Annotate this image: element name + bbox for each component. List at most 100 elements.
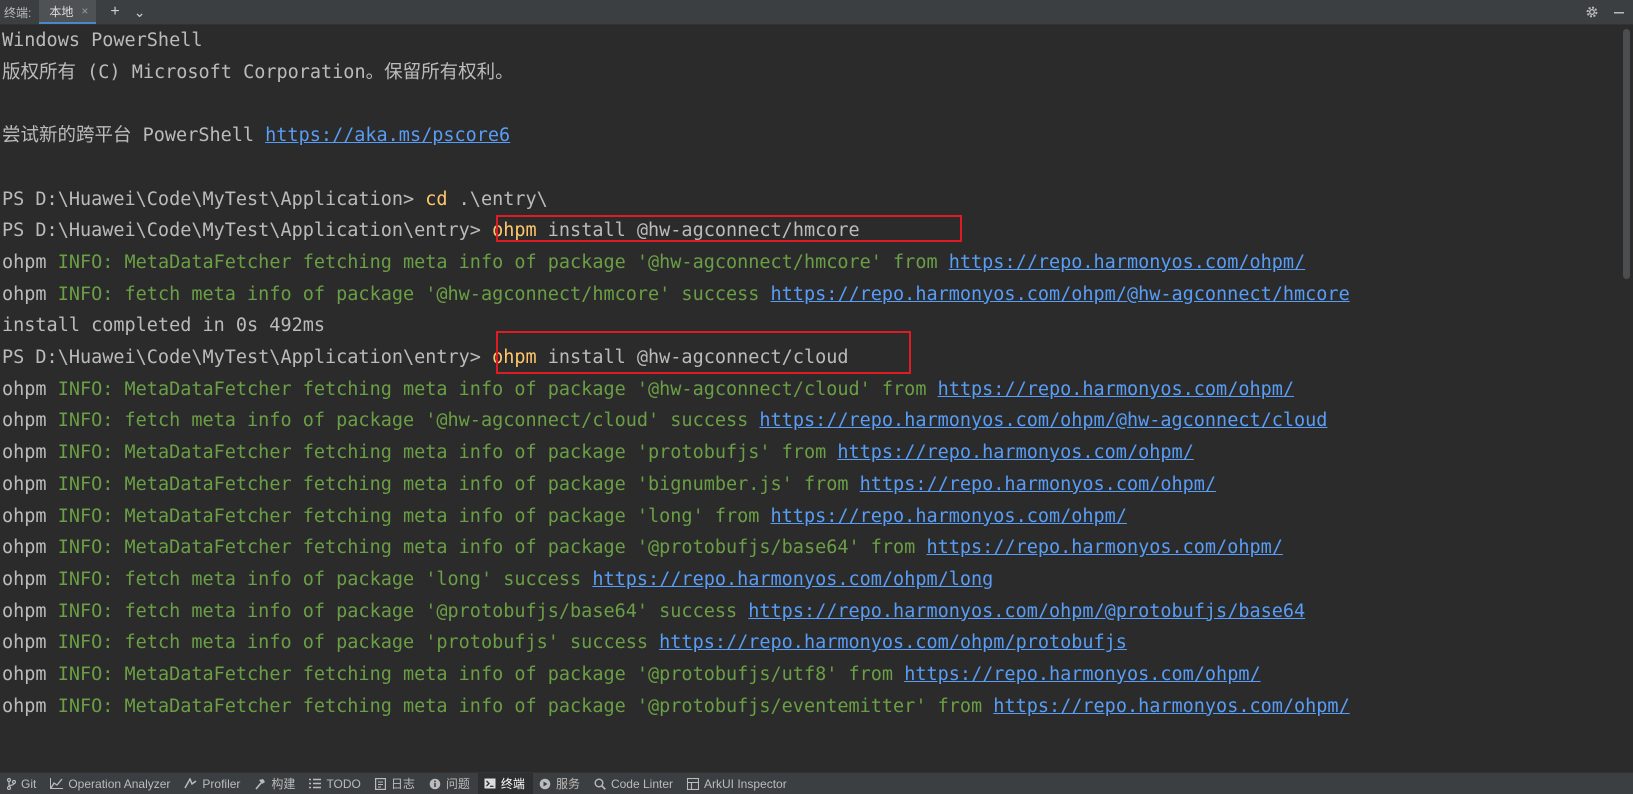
terminal-link[interactable]: https://repo.harmonyos.com/ohpm/@hw-agco… <box>759 410 1327 431</box>
terminal-line: 尝试新的跨平台 PowerShell https://aka.ms/pscore… <box>2 119 510 152</box>
highlight-box-cloud <box>496 331 911 374</box>
tool-window-label: Profiler <box>202 776 241 791</box>
tool-window-operation-analyzer[interactable]: Operation Analyzer <box>44 773 178 794</box>
terminal-text: ohpm <box>2 410 58 432</box>
terminal-line: ohpm INFO: fetch meta info of package 'p… <box>2 626 1127 659</box>
info-message: INFO: MetaDataFetcher fetching meta info… <box>57 251 949 273</box>
gear-icon[interactable] <box>1585 5 1599 19</box>
tool-window-profiler[interactable]: Profiler <box>178 773 248 794</box>
info-message: INFO: fetch meta info of package 'protob… <box>57 632 660 654</box>
terminal-line: ohpm INFO: fetch meta info of package 'l… <box>2 563 993 596</box>
terminal-line: ohpm INFO: MetaDataFetcher fetching meta… <box>2 531 1283 564</box>
tool-window-终端[interactable]: 终端 <box>477 773 533 794</box>
terminal-text: ohpm <box>2 695 58 717</box>
scrollbar-thumb[interactable] <box>1623 29 1630 279</box>
add-tab-icon[interactable]: + <box>110 0 119 24</box>
info-message: INFO: MetaDataFetcher fetching meta info… <box>57 695 994 717</box>
terminal-text: ohpm <box>2 473 58 495</box>
terminal-link[interactable]: https://repo.harmonyos.com/ohpm/ <box>860 474 1216 495</box>
terminal-link[interactable]: https://repo.harmonyos.com/ohpm/ <box>949 252 1305 273</box>
highlight-box-hmcore <box>496 215 962 242</box>
terminal-text: ohpm <box>2 283 58 305</box>
git-branch-icon <box>6 777 16 790</box>
terminal-text: 版权所有 (C) Microsoft Corporation。保留所有权利。 <box>2 61 514 83</box>
tool-window-label: Operation Analyzer <box>68 776 171 791</box>
tool-window-label: TODO <box>326 776 361 791</box>
tool-window-label: Code Linter <box>610 776 673 791</box>
terminal-text: Windows PowerShell <box>2 30 203 51</box>
tool-window-todo[interactable]: TODO <box>303 773 368 794</box>
tool-window-label: Git <box>21 776 37 791</box>
terminal-link[interactable]: https://repo.harmonyos.com/ohpm/ <box>993 696 1349 717</box>
terminal-text: install completed in 0s 492ms <box>2 315 326 337</box>
terminal-text: PS D:\Huawei\Code\MyTest\Application> <box>2 188 426 210</box>
terminal-text: ohpm <box>2 505 58 527</box>
terminal-line: ohpm INFO: MetaDataFetcher fetching meta… <box>2 658 1261 691</box>
info-message: INFO: MetaDataFetcher fetching meta info… <box>57 473 860 495</box>
info-icon <box>429 778 441 790</box>
terminal-text: PS D:\Huawei\Code\MyTest\Application\ent… <box>2 347 493 368</box>
terminal-link[interactable]: https://repo.harmonyos.com/ohpm/@protobu… <box>748 601 1305 622</box>
terminal-line: ohpm INFO: MetaDataFetcher fetching meta… <box>2 373 1294 406</box>
tool-window-git[interactable]: Git <box>0 773 44 794</box>
hammer-icon <box>254 778 266 790</box>
info-message: INFO: MetaDataFetcher fetching meta info… <box>57 442 838 464</box>
search-icon <box>594 778 606 790</box>
terminal-line: 版权所有 (C) Microsoft Corporation。保留所有权利。 <box>2 56 514 89</box>
terminal-line: PS D:\Huawei\Code\MyTest\Application> cd… <box>2 183 548 216</box>
tool-window-问题[interactable]: 问题 <box>423 773 478 794</box>
terminal-tab-bar: 终端: 本地 × + ⌄ <box>0 0 1633 25</box>
info-message: INFO: MetaDataFetcher fetching meta info… <box>57 505 771 527</box>
terminal-link[interactable]: https://repo.harmonyos.com/ohpm/protobuf… <box>659 632 1127 653</box>
minimize-icon[interactable] <box>1613 6 1625 18</box>
terminal-label: 终端: <box>4 5 32 20</box>
tool-window-构建[interactable]: 构建 <box>248 773 303 794</box>
terminal-line: ohpm INFO: fetch meta info of package '@… <box>2 595 1305 628</box>
tool-window-label: 终端 <box>500 777 525 791</box>
terminal-link[interactable]: https://repo.harmonyos.com/ohpm/ <box>771 506 1127 527</box>
chart-icon <box>50 778 64 789</box>
terminal-text: 尝试新的跨平台 PowerShell <box>2 125 266 147</box>
terminal-link[interactable]: https://aka.ms/pscore6 <box>265 125 510 146</box>
terminal-link[interactable]: https://repo.harmonyos.com/ohpm/ <box>837 442 1193 463</box>
tab-bar-actions <box>1585 0 1625 24</box>
terminal-text: ohpm <box>2 251 58 273</box>
chevron-down-icon[interactable]: ⌄ <box>134 0 146 24</box>
terminal-line: ohpm INFO: MetaDataFetcher fetching meta… <box>2 500 1127 533</box>
terminal-line: ohpm INFO: fetch meta info of package '@… <box>2 278 1350 311</box>
terminal-scrollbar[interactable] <box>1621 25 1633 773</box>
tool-window-arkui-inspector[interactable]: ArkUI Inspector <box>681 773 795 794</box>
terminal-link[interactable]: https://repo.harmonyos.com/ohpm/@hw-agco… <box>771 284 1350 305</box>
terminal-line: install completed in 0s 492ms <box>2 309 325 342</box>
info-message: INFO: MetaDataFetcher fetching meta info… <box>57 537 927 559</box>
terminal-link[interactable]: https://repo.harmonyos.com/ohpm/long <box>592 569 993 590</box>
info-message: INFO: fetch meta info of package '@hw-ag… <box>57 410 760 432</box>
profiler-icon <box>184 778 197 789</box>
terminal-text: .\entry\ <box>447 188 548 210</box>
terminal-text: ohpm <box>2 600 58 622</box>
info-message: INFO: fetch meta info of package 'long' … <box>57 568 593 590</box>
terminal-text: ohpm <box>2 442 58 464</box>
tool-window-label: 日志 <box>390 777 415 791</box>
info-message: INFO: fetch meta info of package '@hw-ag… <box>57 283 771 305</box>
tool-window-日志[interactable]: 日志 <box>369 773 423 794</box>
tool-window-code-linter[interactable]: Code Linter <box>588 773 681 794</box>
tool-window-服务[interactable]: 服务 <box>533 773 588 794</box>
terminal-text: ohpm <box>2 378 58 400</box>
tool-window-label: ArkUI Inspector <box>704 776 787 791</box>
terminal-link[interactable]: https://repo.harmonyos.com/ohpm/ <box>926 537 1282 558</box>
terminal-output[interactable]: Windows PowerShell 版权所有 (C) Microsoft Cor… <box>0 25 1620 773</box>
log-icon <box>374 777 386 790</box>
list-icon <box>309 778 322 789</box>
terminal-text: ohpm <box>2 632 58 654</box>
tab-local[interactable]: 本地 × <box>39 0 97 24</box>
terminal-link[interactable]: https://repo.harmonyos.com/ohpm/ <box>938 379 1294 400</box>
terminal-icon <box>484 778 496 789</box>
terminal-text: PS D:\Huawei\Code\MyTest\Application\ent… <box>2 220 493 242</box>
terminal-link[interactable]: https://repo.harmonyos.com/ohpm/ <box>904 664 1260 685</box>
terminal-line: ohpm INFO: MetaDataFetcher fetching meta… <box>2 246 1305 279</box>
close-icon[interactable]: × <box>81 4 88 18</box>
tab-local-label: 本地 <box>49 4 74 19</box>
terminal-line: ohpm INFO: MetaDataFetcher fetching meta… <box>2 468 1216 501</box>
tool-window-label: 问题 <box>445 777 470 791</box>
